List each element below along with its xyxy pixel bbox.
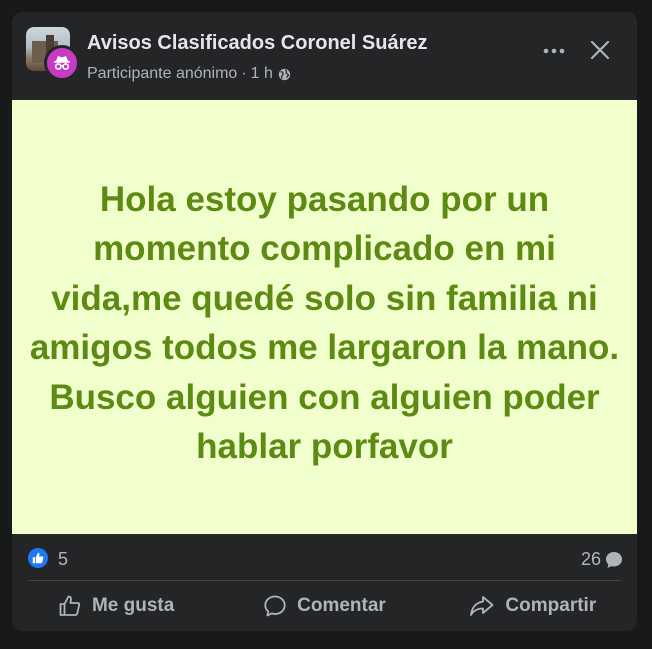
close-icon [590, 40, 610, 60]
post-time-link[interactable]: 1 h [251, 65, 273, 83]
more-icon [543, 48, 565, 54]
comment-count-link[interactable]: 26 [581, 549, 623, 570]
avatar[interactable] [26, 27, 80, 81]
comment-label: Comentar [297, 595, 386, 616]
post-content: Hola estoy pasando por un momento compli… [12, 100, 637, 534]
share-button[interactable]: Compartir [429, 581, 637, 631]
post-text: Hola estoy pasando por un momento compli… [29, 179, 620, 467]
globe-icon [278, 68, 291, 81]
post-card: Avisos Clasificados Coronel Suárez Parti… [12, 12, 637, 631]
thumbs-up-icon [59, 595, 81, 616]
like-reaction-icon[interactable] [28, 548, 48, 568]
share-icon [470, 596, 494, 616]
close-button[interactable] [584, 34, 616, 66]
like-label: Me gusta [91, 595, 175, 616]
reaction-count[interactable]: 5 [58, 549, 68, 570]
group-name-link[interactable]: Avisos Clasificados Coronel Suárez [87, 32, 427, 55]
more-options-button[interactable] [540, 37, 568, 65]
post-header: Avisos Clasificados Coronel Suárez Parti… [12, 12, 637, 100]
post-stats: 5 26 [12, 534, 637, 581]
comment-bubble-icon [605, 551, 623, 569]
like-button[interactable]: Me gusta [12, 581, 220, 631]
comment-icon [264, 595, 286, 617]
anonymous-icon [44, 45, 80, 81]
post-meta: Participante anónimo · 1 h [87, 65, 291, 83]
author-name: Participante anónimo [87, 65, 238, 82]
comment-count: 26 [580, 549, 601, 569]
share-label: Compartir [505, 595, 597, 616]
meta-separator: · [241, 65, 247, 82]
post-actions: Me gusta Comentar Compartir [12, 581, 637, 631]
comment-button[interactable]: Comentar [220, 581, 428, 631]
